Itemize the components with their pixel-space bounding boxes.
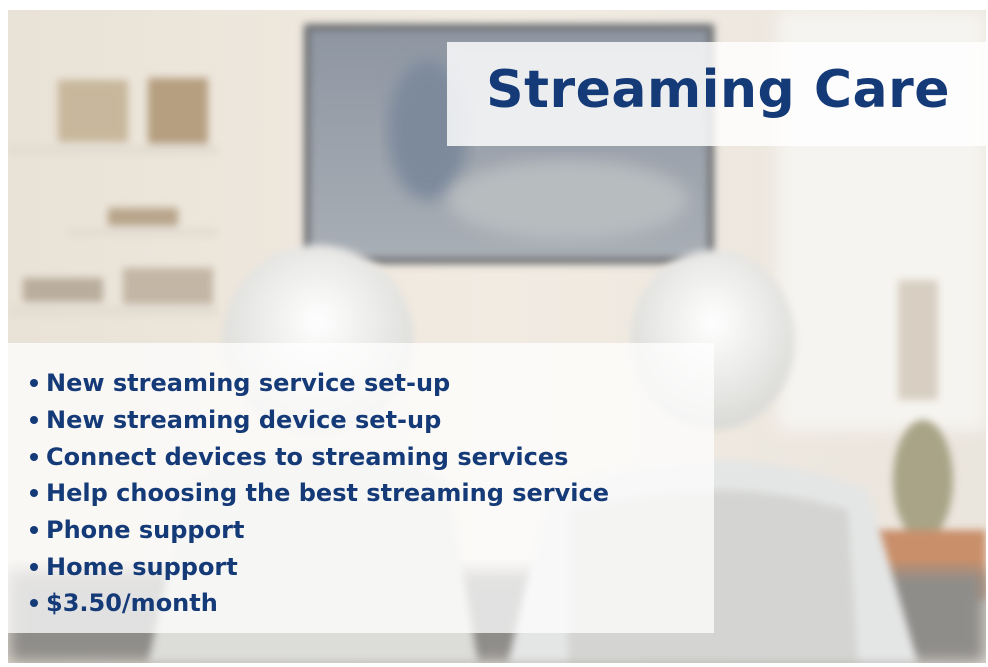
list-item: $3.50/month	[30, 585, 714, 622]
feature-panel: New streaming service set-up New streami…	[8, 343, 714, 633]
list-item: Help choosing the best streaming service	[30, 475, 714, 512]
feature-text: Connect devices to streaming services	[46, 442, 569, 471]
page-title: Streaming Care	[486, 60, 950, 120]
bullet-dot-icon	[30, 599, 38, 608]
bullet-dot-icon	[30, 379, 38, 388]
feature-list: New streaming service set-up New streami…	[8, 343, 714, 622]
list-item: Home support	[30, 548, 714, 585]
feature-text: Help choosing the best streaming service	[46, 479, 610, 508]
bullet-dot-icon	[30, 416, 38, 425]
bullet-dot-icon	[30, 489, 38, 498]
bullet-dot-icon	[30, 452, 38, 461]
title-panel: Streaming Care	[447, 42, 986, 146]
price-text: $3.50/month	[46, 589, 218, 618]
bullet-dot-icon	[30, 526, 38, 535]
feature-text: New streaming service set-up	[46, 369, 451, 398]
list-item: Connect devices to streaming services	[30, 438, 714, 475]
feature-text: Home support	[46, 552, 238, 581]
list-item: New streaming device set-up	[30, 402, 714, 439]
bullet-dot-icon	[30, 562, 38, 571]
feature-text: New streaming device set-up	[46, 406, 442, 435]
list-item: Phone support	[30, 512, 714, 549]
promo-banner: Streaming Care New streaming service set…	[8, 10, 986, 663]
list-item: New streaming service set-up	[30, 365, 714, 402]
feature-text: Phone support	[46, 516, 245, 545]
